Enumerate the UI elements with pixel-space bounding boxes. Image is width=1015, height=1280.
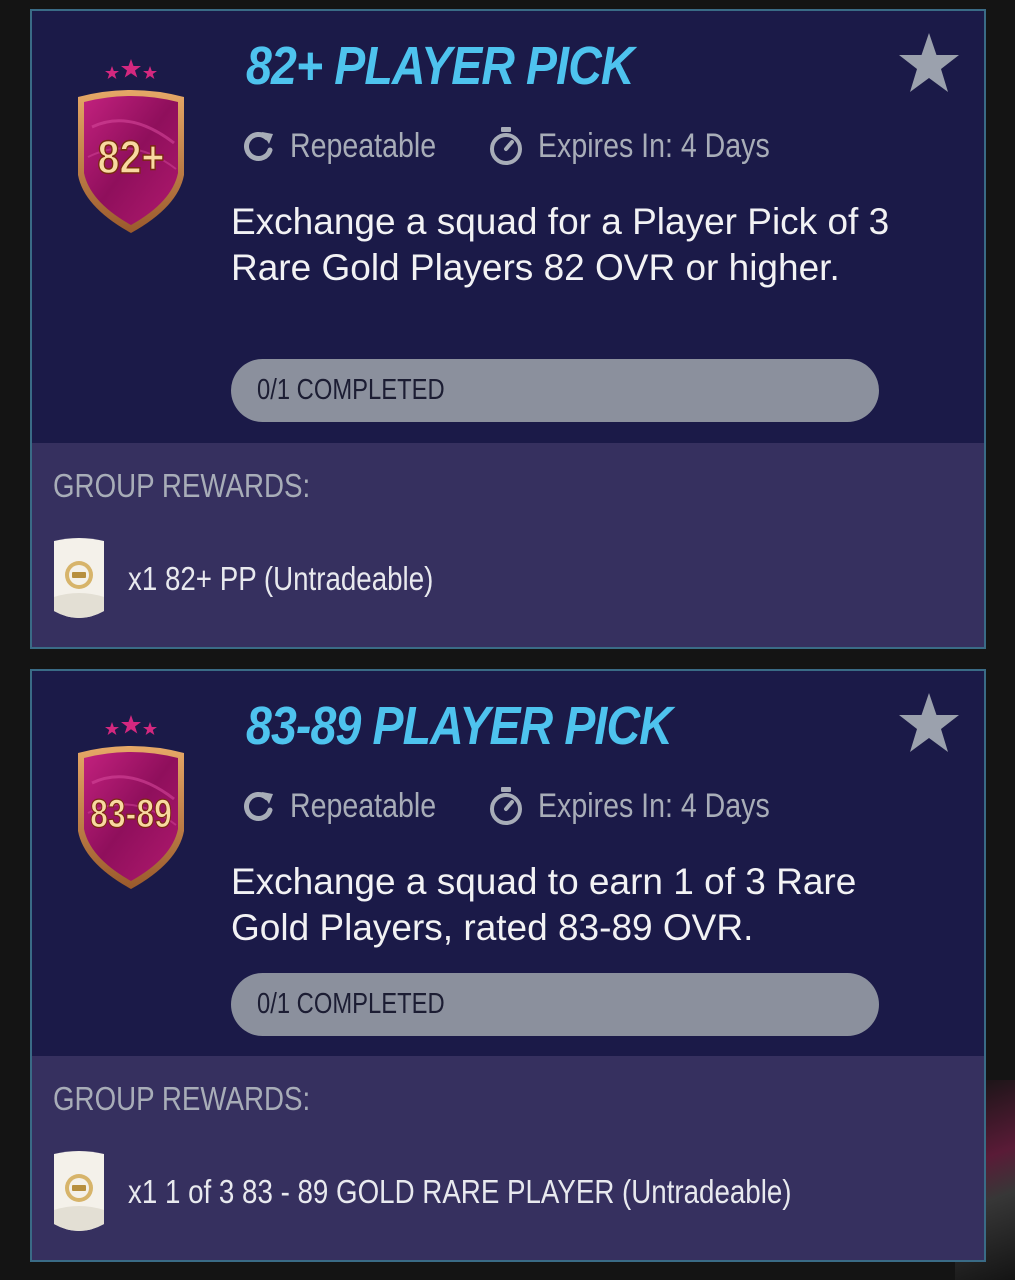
repeatable-indicator: Repeatable <box>240 127 488 166</box>
star-icon[interactable] <box>896 691 962 757</box>
reward-text: x1 1 of 3 83 - 89 GOLD RARE PLAYER (Untr… <box>128 1173 792 1210</box>
rating-stars-icon <box>105 59 157 79</box>
expiry-label: Expires In: 4 Days <box>538 786 770 825</box>
expiry-indicator: Expires In: 4 Days <box>488 786 814 826</box>
reward-item[interactable]: x1 1 of 3 83 - 89 GOLD RARE PLAYER (Untr… <box>52 1150 918 1234</box>
challenge-badge-icon: 82+ <box>78 59 184 233</box>
rewards-heading: GROUP REWARDS: <box>53 467 311 504</box>
challenge-badge-icon: 83-89 <box>78 715 184 889</box>
group-rewards-section: GROUP REWARDS: x1 1 of 3 83 - 89 GOLD RA… <box>32 1056 984 1260</box>
reward-item[interactable]: x1 82+ PP (Untradeable) <box>52 537 492 621</box>
star-icon[interactable] <box>896 31 962 97</box>
challenge-title: 83-89 PLAYER PICK <box>246 696 673 756</box>
challenge-title: 82+ PLAYER PICK <box>246 36 634 96</box>
challenge-card[interactable]: 83-89 83-89 PLAYER PICK Repeatable Expir… <box>30 669 986 1262</box>
group-rewards-section: GROUP REWARDS: x1 82+ PP (Untradeable) <box>32 443 984 647</box>
challenge-card[interactable]: 82+ 82+ PLAYER PICK Repeatable Expires I… <box>30 9 986 649</box>
expiry-indicator: Expires In: 4 Days <box>488 126 814 166</box>
challenge-description: Exchange a squad to earn 1 of 3 Rare Gol… <box>231 861 857 948</box>
sbc-challenge-list: 82+ 82+ PLAYER PICK Repeatable Expires I… <box>0 0 1015 1280</box>
progress-bar: 0/1 COMPLETED <box>231 973 879 1036</box>
repeatable-indicator: Repeatable <box>240 787 488 826</box>
stopwatch-icon <box>490 787 522 825</box>
badge-label: 82+ <box>97 132 164 183</box>
expiry-label: Expires In: 4 Days <box>538 126 770 165</box>
refresh-icon <box>244 792 273 821</box>
refresh-icon <box>244 132 273 161</box>
challenge-description: Exchange a squad for a Player Pick of 3 … <box>231 201 890 288</box>
challenge-meta: Repeatable Expires In: 4 Days <box>240 783 814 829</box>
repeatable-label: Repeatable <box>290 786 437 825</box>
rating-stars-icon <box>105 715 157 735</box>
pack-icon <box>54 538 104 618</box>
challenge-meta: Repeatable Expires In: 4 Days <box>240 123 814 169</box>
pack-icon <box>54 1151 104 1231</box>
badge-label: 83-89 <box>90 791 172 836</box>
challenge-header: 83-89 83-89 PLAYER PICK Repeatable Expir… <box>32 671 984 1056</box>
reward-text: x1 82+ PP (Untradeable) <box>128 560 434 597</box>
progress-label: 0/1 COMPLETED <box>257 988 445 1020</box>
stopwatch-icon <box>490 127 522 165</box>
rewards-heading: GROUP REWARDS: <box>53 1080 311 1117</box>
repeatable-label: Repeatable <box>290 126 437 165</box>
progress-bar: 0/1 COMPLETED <box>231 359 879 422</box>
progress-label: 0/1 COMPLETED <box>257 374 445 406</box>
challenge-header: 82+ 82+ PLAYER PICK Repeatable Expires I… <box>32 11 984 443</box>
